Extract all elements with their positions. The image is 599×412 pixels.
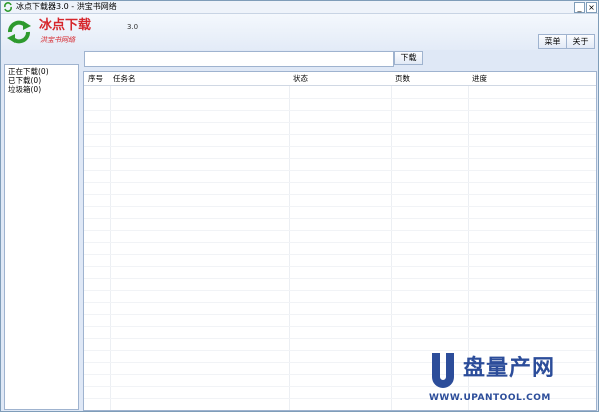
column-header-index[interactable]: 序号: [88, 74, 103, 83]
column-header-pages[interactable]: 页数: [395, 74, 410, 83]
about-button[interactable]: 关于: [566, 34, 595, 49]
url-input[interactable]: [84, 51, 394, 67]
table-row-line: [84, 182, 596, 183]
table-row-line: [84, 134, 596, 135]
table-row-line: [84, 170, 596, 171]
table-header: 序号 任务名 状态 页数 进度: [84, 72, 596, 86]
column-header-progress[interactable]: 进度: [472, 74, 487, 83]
sidebar-item-downloaded[interactable]: 已下载(0): [8, 76, 41, 85]
close-button[interactable]: ×: [586, 2, 597, 13]
table-row-line: [84, 266, 596, 267]
table-row-line: [84, 158, 596, 159]
table-row-line: [84, 242, 596, 243]
table-row-line: [84, 110, 596, 111]
table-row-line: [84, 302, 596, 303]
window-title: 冰点下载器3.0 - 洪宝书网络: [16, 2, 117, 11]
table-row-line: [84, 230, 596, 231]
table-row-line: [84, 194, 596, 195]
column-header-status[interactable]: 状态: [293, 74, 308, 83]
watermark-brand: 盘量产网: [463, 356, 556, 381]
menu-button[interactable]: 菜单: [538, 34, 567, 49]
app-header: 冰点下载 洪宝书网络 3.0 菜单 关于: [1, 14, 598, 50]
table-row-line: [84, 290, 596, 291]
sidebar-item-downloading[interactable]: 正在下载(0): [8, 67, 49, 76]
refresh-logo-icon: [7, 20, 31, 44]
table-row-line: [84, 122, 596, 123]
column-header-task-name[interactable]: 任务名: [113, 74, 136, 83]
app-window: 冰点下载器3.0 - 洪宝书网络 _ × 冰点下载 洪宝书网络 3.0 菜单 关…: [0, 0, 599, 412]
table-row-line: [84, 278, 596, 279]
version-label: 3.0: [127, 23, 139, 31]
app-icon: [4, 2, 12, 12]
table-row-line: [84, 206, 596, 207]
table-row-line: [84, 146, 596, 147]
table-row-line: [84, 254, 596, 255]
logo-subtitle: 洪宝书网络: [40, 36, 75, 44]
sidebar: 正在下载(0) 已下载(0) 垃圾箱(0): [4, 64, 79, 410]
minimize-button[interactable]: _: [574, 2, 585, 13]
table-row-line: [84, 350, 596, 351]
title-bar[interactable]: 冰点下载器3.0 - 洪宝书网络 _ ×: [1, 1, 598, 14]
sidebar-item-trash[interactable]: 垃圾箱(0): [8, 85, 41, 94]
table-row-line: [84, 218, 596, 219]
logo-title: 冰点下载: [39, 18, 92, 33]
download-button[interactable]: 下载: [394, 51, 423, 65]
table-row-line: [84, 326, 596, 327]
table-row-line: [84, 338, 596, 339]
table-row-line: [84, 314, 596, 315]
watermark-u-logo: [432, 353, 454, 388]
table-row-line: [84, 386, 596, 387]
table-row-line: [84, 98, 596, 99]
watermark-url: WWW.UPANTOOL.COM: [429, 393, 551, 403]
